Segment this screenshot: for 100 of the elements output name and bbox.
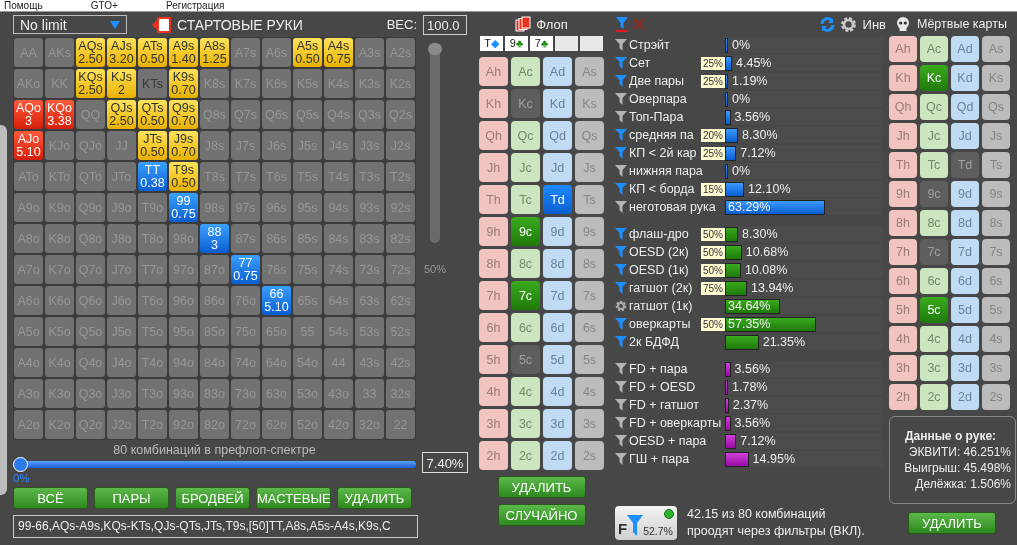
card-button[interactable]: 2h: [889, 384, 917, 410]
card-button[interactable]: 6c: [920, 268, 948, 294]
filter-percent[interactable]: 50%: [701, 317, 725, 331]
percent-field[interactable]: 7.40%: [422, 452, 468, 473]
game-dropdown[interactable]: No limit: [13, 15, 127, 34]
card-button[interactable]: 8d: [543, 249, 572, 278]
card-button[interactable]: Jc: [511, 153, 540, 182]
card-button[interactable]: Qh: [479, 121, 508, 150]
hand-cell[interactable]: KTs: [138, 69, 167, 98]
range-button[interactable]: УДАЛИТЬ: [337, 487, 412, 509]
filter-percent[interactable]: 50%: [701, 227, 725, 241]
flop-button[interactable]: СЛУЧАЙНО: [497, 504, 586, 526]
filter-icon[interactable]: [615, 74, 627, 88]
filter-percent[interactable]: 15%: [701, 182, 725, 196]
card-button[interactable]: Qc: [511, 121, 540, 150]
filter-icon[interactable]: [615, 164, 627, 178]
card-button[interactable]: 4d: [951, 326, 979, 352]
filter-icon[interactable]: [615, 182, 627, 196]
clear-button[interactable]: УДАЛИТЬ: [908, 512, 996, 534]
card-button[interactable]: Th: [479, 185, 508, 214]
card-button[interactable]: Ac: [920, 36, 948, 62]
card-button[interactable]: Jd: [951, 123, 979, 149]
board-card[interactable]: 9♣: [505, 36, 528, 51]
card-button[interactable]: Tc: [920, 152, 948, 178]
filter-icon[interactable]: [615, 281, 627, 295]
card-button[interactable]: 2h: [479, 441, 508, 470]
hand-cell[interactable]: 99 0.75: [169, 193, 198, 222]
range-button[interactable]: МАСТЕВЫЕ: [256, 487, 331, 509]
card-button[interactable]: Th: [889, 152, 917, 178]
hand-cell[interactable]: TT 0.38: [138, 162, 167, 191]
card-button[interactable]: 4c: [511, 377, 540, 406]
card-button[interactable]: 5d: [543, 345, 572, 374]
card-button[interactable]: 6c: [511, 313, 540, 342]
settings-icon[interactable]: [615, 299, 627, 313]
card-button[interactable]: 6d: [951, 268, 979, 294]
refresh-icon[interactable]: [818, 15, 836, 33]
filter-icon[interactable]: [615, 38, 627, 52]
filter-icon[interactable]: [615, 416, 627, 430]
card-button[interactable]: Ac: [511, 57, 540, 86]
hand-cell[interactable]: K9s 0.70: [169, 69, 198, 98]
card-button[interactable]: 7h: [479, 281, 508, 310]
filter-icon[interactable]: [615, 92, 627, 106]
card-button[interactable]: Kh: [889, 65, 917, 91]
hand-cell[interactable]: AJs 3.20: [107, 38, 136, 67]
filter-icon[interactable]: [615, 452, 627, 466]
filter-summary-button[interactable]: F 52.7%: [615, 506, 677, 540]
card-button[interactable]: 4c: [920, 326, 948, 352]
card-button[interactable]: 8c: [920, 210, 948, 236]
filter-icon[interactable]: [615, 398, 627, 412]
card-button[interactable]: Ah: [889, 36, 917, 62]
card-button[interactable]: 8d: [951, 210, 979, 236]
card-button[interactable]: 7d: [951, 239, 979, 265]
hand-cell[interactable]: QJs 2.50: [107, 100, 136, 129]
range-field[interactable]: 99-66,AQs-A9s,KQs-KTs,QJs-QTs,JTs,T9s,[50]TT,A8s,A5s-A4s,K9s,C: [13, 515, 418, 538]
hand-cell[interactable]: KQo 3.38: [45, 100, 74, 129]
hand-cell[interactable]: T9s 0.50: [169, 162, 198, 191]
card-button[interactable]: Ad: [543, 57, 572, 86]
card-button[interactable]: 4h: [889, 326, 917, 352]
card-button[interactable]: Kh: [479, 89, 508, 118]
hand-cell[interactable]: A4s 0.75: [324, 38, 353, 67]
slider-thumb[interactable]: [428, 43, 442, 55]
hand-cell[interactable]: A8s 1.25: [200, 38, 229, 67]
card-button[interactable]: Kc: [920, 65, 948, 91]
card-button[interactable]: 6h: [889, 268, 917, 294]
card-button[interactable]: 9c: [511, 217, 540, 246]
board-card[interactable]: 7♣: [530, 36, 553, 51]
filter-icon[interactable]: [615, 56, 627, 70]
card-button[interactable]: 7h: [889, 239, 917, 265]
card-button[interactable]: 5h: [479, 345, 508, 374]
menu-item[interactable]: GTO+: [86, 0, 122, 11]
filter-icon[interactable]: [615, 434, 627, 448]
weight-field[interactable]: 100.0: [423, 14, 467, 35]
filter-icon[interactable]: [615, 227, 627, 241]
card-button[interactable]: Td: [543, 185, 572, 214]
card-button[interactable]: 2d: [951, 384, 979, 410]
card-button[interactable]: 3d: [543, 409, 572, 438]
hand-cell[interactable]: AQo 3: [14, 100, 43, 129]
menu-item[interactable]: Регистрация: [161, 0, 229, 11]
filter-icon[interactable]: [615, 380, 627, 394]
card-button[interactable]: 6h: [479, 313, 508, 342]
range-button[interactable]: ПАРЫ: [94, 487, 169, 509]
card-button[interactable]: Qd: [543, 121, 572, 150]
card-button[interactable]: 4d: [543, 377, 572, 406]
filter-icon[interactable]: [615, 110, 627, 124]
hand-cell[interactable]: J9s 0.70: [169, 131, 198, 160]
hand-cell[interactable]: A9s 1.40: [169, 38, 198, 67]
card-button[interactable]: Ad: [951, 36, 979, 62]
card-button[interactable]: Qc: [920, 94, 948, 120]
hand-cell[interactable]: KJs 2: [107, 69, 136, 98]
filter-icon[interactable]: [615, 335, 627, 349]
range-button[interactable]: БРОДВЕЙ: [175, 487, 250, 509]
card-button[interactable]: 3h: [479, 409, 508, 438]
card-button[interactable]: 3c: [511, 409, 540, 438]
card-button[interactable]: Ah: [479, 57, 508, 86]
card-button[interactable]: 5d: [951, 297, 979, 323]
filter-percent[interactable]: 25%: [701, 146, 725, 160]
hand-cell[interactable]: A5s 0.50: [293, 38, 322, 67]
card-button[interactable]: 3d: [951, 355, 979, 381]
filter-percent[interactable]: 25%: [701, 56, 725, 70]
filter-percent[interactable]: 50%: [701, 245, 725, 259]
